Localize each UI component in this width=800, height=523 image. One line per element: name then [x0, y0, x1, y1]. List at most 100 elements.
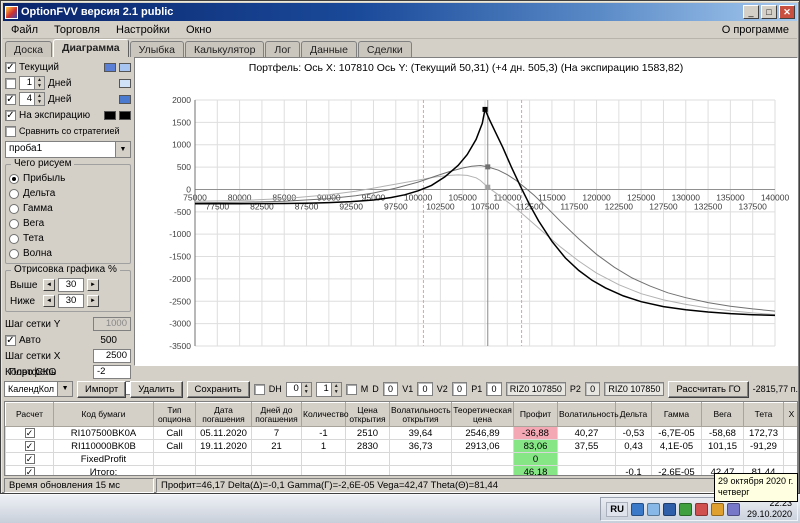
below-right-icon[interactable]: ►: [87, 295, 99, 307]
profit-chart[interactable]: 7500077500800008250085000875009000092500…: [135, 58, 799, 367]
col-header-11[interactable]: Дельта: [615, 402, 652, 427]
col-header-8[interactable]: Теоретическая цена: [451, 402, 514, 427]
row-checkbox[interactable]: ✓: [24, 453, 35, 464]
tab-0[interactable]: Доска: [5, 41, 52, 57]
grid-x-input[interactable]: 2500: [93, 349, 131, 363]
col-header-7[interactable]: Волатильность открытия: [389, 402, 452, 427]
tray-icon-6[interactable]: [726, 502, 740, 516]
current-color-chip-1[interactable]: [104, 62, 116, 72]
taskbar[interactable]: RU 22:23 29.10.2020: [0, 494, 800, 523]
col-header-4[interactable]: Дней до погашения: [251, 402, 302, 427]
tray-icon-0[interactable]: [630, 502, 644, 516]
p1-input[interactable]: 0: [486, 382, 502, 396]
tray-icon-5[interactable]: [710, 502, 724, 516]
minimize-button[interactable]: _: [743, 5, 759, 19]
radio-Волна[interactable]: [9, 248, 19, 259]
dh1-spinner[interactable]: 0 ▲ ▼: [285, 381, 312, 397]
col-header-10[interactable]: Волатильность: [557, 402, 619, 427]
days1-checkbox[interactable]: [5, 77, 16, 89]
chevron-down-icon[interactable]: ▼: [57, 382, 73, 396]
grid-y-input[interactable]: 1000: [93, 317, 131, 331]
strategy-combobox[interactable]: проба1 ▼: [5, 141, 131, 158]
m-checkbox[interactable]: [345, 383, 357, 395]
close-button[interactable]: ✕: [779, 5, 795, 19]
tab-4[interactable]: Лог: [265, 41, 300, 57]
col-header-12[interactable]: Гамма: [651, 402, 702, 427]
radio-Дельта[interactable]: [9, 188, 19, 199]
days1-spinner[interactable]: 1 ▲ ▼: [19, 76, 45, 90]
menu-item-1[interactable]: Торговля: [46, 23, 108, 37]
days2-spinner[interactable]: 4 ▲ ▼: [19, 92, 45, 106]
tab-3[interactable]: Калькулятор: [184, 41, 265, 57]
dh-checkbox[interactable]: [253, 383, 265, 395]
days2-checkbox[interactable]: ✓: [5, 93, 16, 105]
chevron-down-icon[interactable]: ▼: [115, 142, 130, 157]
tab-1[interactable]: Диаграмма: [52, 39, 129, 57]
cell-1-0: RI110000BK0B: [53, 439, 154, 453]
maximize-button[interactable]: □: [761, 5, 777, 19]
row-checkbox[interactable]: ✓: [24, 466, 35, 475]
days2-color-chip[interactable]: [119, 94, 131, 104]
auto-checkbox[interactable]: ✓: [5, 334, 16, 346]
radio-Тета[interactable]: [9, 233, 19, 244]
portfolio-combobox[interactable]: КалендКол ▼: [4, 381, 74, 397]
col-header-6[interactable]: Цена открытия: [345, 402, 390, 427]
menu-item-2[interactable]: Настройки: [108, 23, 178, 37]
row-checkbox[interactable]: ✓: [24, 427, 35, 438]
days1-color-chip[interactable]: [119, 78, 131, 88]
dh2-down-icon[interactable]: ▼: [332, 389, 341, 396]
days2-down-icon[interactable]: ▼: [35, 99, 44, 105]
col-header-2[interactable]: Тип опциона: [153, 402, 196, 427]
tray-icon-4[interactable]: [694, 502, 708, 516]
col-header-14[interactable]: Тета: [743, 402, 784, 427]
dh1-down-icon[interactable]: ▼: [302, 389, 311, 396]
below-value[interactable]: 30: [58, 294, 84, 308]
v2-input[interactable]: 0: [451, 382, 468, 396]
days1-down-icon[interactable]: ▼: [35, 83, 44, 89]
col-header-5[interactable]: Количество: [301, 402, 349, 427]
menu-item-0[interactable]: Файл: [3, 23, 46, 37]
radio-Вега[interactable]: [9, 218, 19, 229]
below-left-icon[interactable]: ◄: [43, 295, 55, 307]
profit-chart-panel[interactable]: 75000 77500 80000 82500 85000 87500 90000 92500…: [134, 57, 798, 366]
svg-text:127500: 127500: [649, 201, 678, 211]
col-header-1[interactable]: Код бумаги: [53, 402, 154, 427]
title-bar[interactable]: OptionFVV версия 2.1 public _ □ ✕: [3, 3, 797, 21]
tab-6[interactable]: Сделки: [357, 41, 412, 57]
radio-Гамма[interactable]: [9, 203, 19, 214]
d-input[interactable]: 0: [382, 382, 399, 396]
above-right-icon[interactable]: ►: [87, 279, 99, 291]
tray-icon-3[interactable]: [678, 502, 692, 516]
p2-input[interactable]: 0: [584, 382, 601, 396]
delete-button[interactable]: Удалить: [130, 380, 183, 398]
above-value[interactable]: 30: [58, 278, 84, 292]
row-checkbox[interactable]: ✓: [24, 440, 35, 451]
expiration-checkbox[interactable]: ✓: [5, 109, 16, 121]
v1-input[interactable]: 0: [417, 382, 433, 396]
tray-icon-2[interactable]: [662, 502, 676, 516]
save-button[interactable]: Сохранить: [186, 380, 250, 398]
sko-input[interactable]: -2: [93, 365, 131, 379]
col-header-3[interactable]: Дата погашения: [195, 402, 252, 427]
tray-icon-1[interactable]: [646, 502, 660, 516]
expiration-color-chip-2[interactable]: [119, 110, 131, 120]
col-header-13[interactable]: Вега: [701, 402, 744, 427]
compare-checkbox[interactable]: [5, 125, 16, 137]
dh2-spinner[interactable]: 1 ▲ ▼: [315, 381, 342, 397]
above-left-icon[interactable]: ◄: [43, 279, 55, 291]
radio-Прибыль[interactable]: [9, 173, 19, 184]
col-header-15[interactable]: X: [783, 402, 797, 427]
tab-5[interactable]: Данные: [300, 41, 357, 57]
calc-margin-button[interactable]: Рассчитать ГО: [668, 380, 749, 398]
menu-item-3[interactable]: Окно: [178, 23, 220, 37]
current-color-chip-2[interactable]: [119, 62, 131, 72]
tab-2[interactable]: Улыбка: [129, 41, 184, 57]
menu-about[interactable]: О программе: [714, 23, 797, 37]
svg-text:-3000: -3000: [169, 319, 191, 329]
expiration-color-chip-1[interactable]: [104, 110, 116, 120]
import-button[interactable]: Импорт: [77, 380, 127, 398]
current-checkbox[interactable]: ✓: [5, 61, 16, 73]
col-header-9[interactable]: Профит: [513, 402, 558, 427]
col-header-0[interactable]: Расчет: [5, 402, 54, 427]
language-indicator[interactable]: RU: [606, 501, 628, 517]
